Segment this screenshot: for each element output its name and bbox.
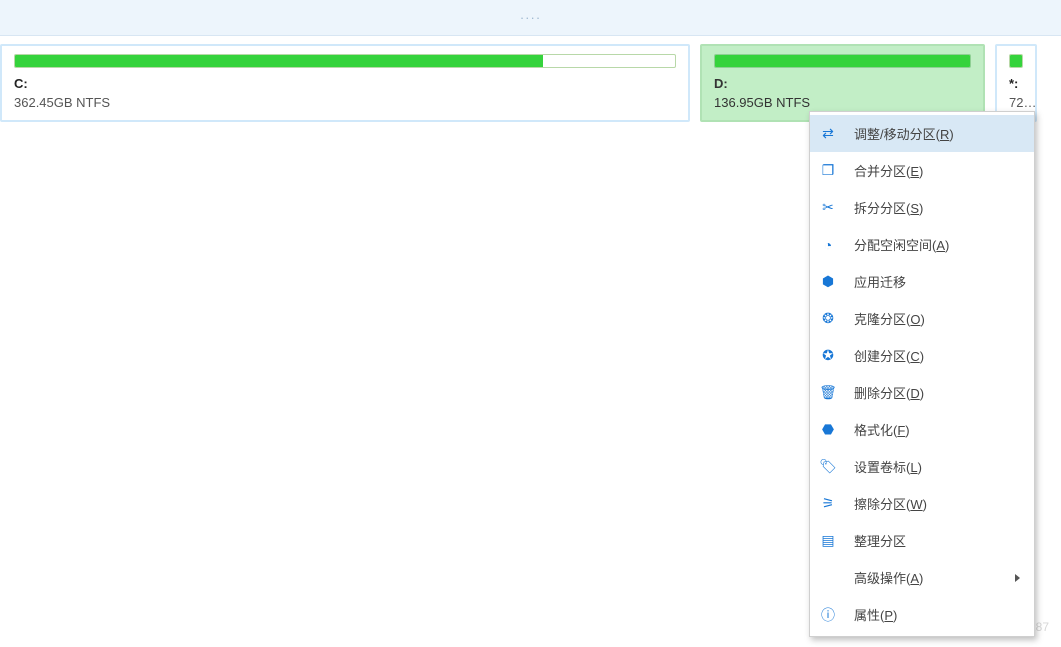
usage-fill <box>15 55 543 67</box>
drive-info: 136.95GB NTFS <box>714 95 971 110</box>
grip-indicator: ···· <box>520 10 541 25</box>
usage-fill <box>715 55 970 67</box>
usage-bar <box>714 54 971 68</box>
menu-label: 合并分区(E) <box>854 161 1020 180</box>
partition-C[interactable]: C: 362.45GB NTFS <box>0 44 690 122</box>
info-icon: ⓘ <box>820 607 836 623</box>
allocate-icon: ◔ <box>820 237 836 253</box>
drive-letter: C: <box>14 76 676 91</box>
create-icon: ✪ <box>820 348 836 364</box>
resize-icon: ⇄ <box>820 126 836 142</box>
menu-label: 调整/移动分区(R) <box>854 124 1020 143</box>
wipe-icon: ⚞ <box>820 496 836 512</box>
menu-label: 克隆分区(O) <box>854 309 1020 328</box>
defrag-icon: ▤ <box>820 533 836 549</box>
migrate-icon: ⬢ <box>820 274 836 290</box>
label-icon: 🏷 <box>820 459 836 475</box>
menu-label: 分配空闲空间(A) <box>854 235 1020 254</box>
menu-label: 属性(P) <box>854 605 1020 624</box>
merge-icon: ❐ <box>820 163 836 179</box>
menu-item-3[interactable]: ◔ 分配空闲空间(A) <box>810 226 1034 263</box>
split-icon: ✂ <box>820 200 836 216</box>
menu-label: 擦除分区(W) <box>854 494 1020 513</box>
drive-info: 362.45GB NTFS <box>14 95 676 110</box>
menu-item-6[interactable]: ✪ 创建分区(C) <box>810 337 1034 374</box>
usage-bar <box>1009 54 1023 68</box>
submenu-arrow-icon <box>1015 574 1020 582</box>
menu-item-2[interactable]: ✂ 拆分分区(S) <box>810 189 1034 226</box>
clone-icon: ❂ <box>820 311 836 327</box>
drive-letter: D: <box>714 76 971 91</box>
usage-fill <box>1010 55 1022 67</box>
menu-item-9[interactable]: 🏷 设置卷标(L) <box>810 448 1034 485</box>
menu-label: 拆分分区(S) <box>854 198 1020 217</box>
top-bar: ···· <box>0 0 1061 36</box>
menu-item-8[interactable]: ⬣ 格式化(F) <box>810 411 1034 448</box>
menu-item-1[interactable]: ❐ 合并分区(E) <box>810 152 1034 189</box>
usage-bar <box>14 54 676 68</box>
drive-info: 72… <box>1009 95 1023 110</box>
delete-icon: 🗑 <box>820 385 836 401</box>
menu-item-0[interactable]: ⇄ 调整/移动分区(R) <box>810 115 1034 152</box>
menu-label: 格式化(F) <box>854 420 1020 439</box>
menu-label: 创建分区(C) <box>854 346 1020 365</box>
menu-label: 应用迁移 <box>854 272 1020 291</box>
menu-label: 删除分区(D) <box>854 383 1020 402</box>
drive-letter: *: <box>1009 76 1023 91</box>
menu-item-10[interactable]: ⚞ 擦除分区(W) <box>810 485 1034 522</box>
blank-icon <box>820 570 836 586</box>
menu-item-11[interactable]: ▤ 整理分区 <box>810 522 1034 559</box>
menu-item-13[interactable]: ⓘ 属性(P) <box>810 596 1034 633</box>
menu-label: 整理分区 <box>854 531 1020 550</box>
menu-label: 设置卷标(L) <box>854 457 1020 476</box>
menu-label: 高级操作(A) <box>854 568 1015 587</box>
context-menu: ⇄ 调整/移动分区(R) ❐ 合并分区(E) ✂ 拆分分区(S) ◔ 分配空闲空间(A) ⬢ 应用… <box>809 111 1035 637</box>
menu-item-4[interactable]: ⬢ 应用迁移 <box>810 263 1034 300</box>
format-icon: ⬣ <box>820 422 836 438</box>
menu-item-5[interactable]: ❂ 克隆分区(O) <box>810 300 1034 337</box>
menu-item-7[interactable]: 🗑 删除分区(D) <box>810 374 1034 411</box>
menu-item-12[interactable]: 高级操作(A) <box>810 559 1034 596</box>
